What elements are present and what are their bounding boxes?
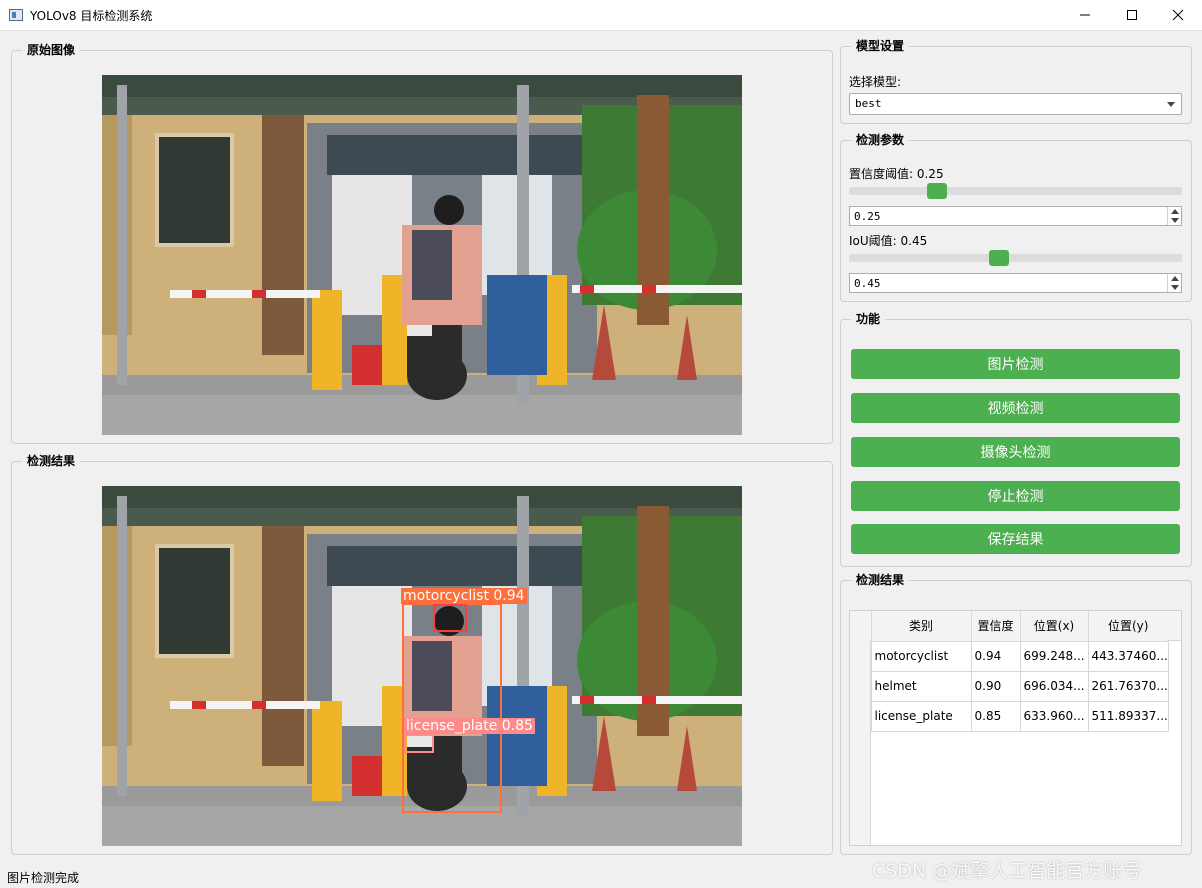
arrow-up-icon[interactable]: [1171, 209, 1179, 214]
window-title: YOLOv8 目标检测系统: [30, 9, 153, 23]
close-icon: [1172, 9, 1184, 21]
column-header-y[interactable]: 位置(y): [1088, 611, 1169, 642]
cell-confidence[interactable]: 0.85: [971, 701, 1021, 732]
arrow-down-icon[interactable]: [1171, 218, 1179, 223]
iou-label: IoU阈值: 0.45: [849, 234, 928, 248]
detection-box-helmet: [433, 604, 467, 632]
iou-value: 0.45: [854, 277, 881, 290]
camera-detect-button[interactable]: 摄像头检测: [851, 437, 1180, 467]
cell-confidence[interactable]: 0.94: [971, 641, 1021, 672]
cell-y[interactable]: 511.89337...: [1088, 701, 1169, 732]
header-scroll-strip: [1167, 611, 1181, 641]
spin-arrows[interactable]: [1167, 207, 1181, 225]
arrow-down-icon[interactable]: [1171, 285, 1179, 290]
result-image-title: 检测结果: [22, 453, 81, 469]
iou-spinbox[interactable]: 0.45: [849, 273, 1182, 293]
model-select-value: best: [855, 97, 882, 110]
detection-label-motorcyclist: motorcyclist 0.94: [401, 588, 527, 604]
table-corner[interactable]: [850, 611, 872, 642]
cell-class[interactable]: license_plate: [871, 701, 972, 732]
model-select-label: 选择模型:: [849, 75, 902, 89]
detection-box-license-plate: [404, 733, 434, 753]
cell-y[interactable]: 261.76370...: [1088, 671, 1169, 702]
minimize-icon: [1080, 14, 1090, 16]
app-window-icon: [9, 9, 23, 21]
results-table-title: 检测结果: [851, 572, 910, 588]
cell-y[interactable]: 443.37460...: [1088, 641, 1169, 672]
confidence-value: 0.25: [854, 210, 881, 223]
detection-params-title: 检测参数: [851, 132, 910, 148]
row-header-column: [850, 641, 871, 845]
original-image: [102, 75, 742, 435]
cell-x[interactable]: 696.034...: [1020, 671, 1089, 702]
original-image-group: 原始图像: [11, 42, 833, 444]
save-results-button[interactable]: 保存结果: [851, 524, 1180, 554]
parking-gate-scene: [102, 75, 742, 435]
model-select-dropdown[interactable]: best: [849, 93, 1182, 115]
results-table: 类别 置信度 位置(x) 位置(y) 1 motorcyclist 0.94 6…: [849, 610, 1182, 846]
confidence-label: 置信度阈值: 0.25: [849, 167, 944, 181]
result-image-group: 检测结果 motorcyclist 0.94 license_plate 0.8…: [11, 453, 833, 855]
stop-detect-button[interactable]: 停止检测: [851, 481, 1180, 511]
image-detect-button[interactable]: 图片检测: [851, 349, 1180, 379]
table-row[interactable]: 3 license_plate 0.85 633.960... 511.8933…: [850, 701, 1169, 732]
column-header-confidence[interactable]: 置信度: [971, 611, 1021, 642]
window-title-bar: YOLOv8 目标检测系统: [0, 0, 1202, 31]
cell-class[interactable]: motorcyclist: [871, 641, 972, 672]
original-image-title: 原始图像: [22, 42, 81, 58]
cell-confidence[interactable]: 0.90: [971, 671, 1021, 702]
confidence-slider[interactable]: [849, 183, 1182, 199]
cell-x[interactable]: 699.248...: [1020, 641, 1089, 672]
status-bar-text: 图片检测完成: [7, 871, 80, 885]
spin-arrows[interactable]: [1167, 274, 1181, 292]
table-row[interactable]: 2 helmet 0.90 696.034... 261.76370...: [850, 671, 1169, 702]
iou-slider[interactable]: [849, 250, 1182, 266]
arrow-up-icon[interactable]: [1171, 276, 1179, 281]
iou-slider-handle[interactable]: [989, 250, 1009, 266]
result-image: motorcyclist 0.94 license_plate 0.85: [102, 486, 742, 846]
video-detect-button[interactable]: 视频检测: [851, 393, 1180, 423]
column-header-class[interactable]: 类别: [871, 611, 972, 642]
table-row[interactable]: 1 motorcyclist 0.94 699.248... 443.37460…: [850, 641, 1169, 672]
confidence-slider-handle[interactable]: [927, 183, 947, 199]
detection-box-motorcyclist: [402, 603, 502, 813]
watermark: CSDN @斌擎人工智能官方账号: [872, 860, 1142, 882]
close-button[interactable]: [1155, 0, 1201, 30]
chevron-down-icon: [1167, 102, 1175, 107]
cell-class[interactable]: helmet: [871, 671, 972, 702]
maximize-icon: [1127, 10, 1137, 20]
confidence-spinbox[interactable]: 0.25: [849, 206, 1182, 226]
table-header-row: 类别 置信度 位置(x) 位置(y): [850, 611, 1169, 642]
detection-label-license-plate: license_plate 0.85: [404, 718, 535, 734]
functions-title: 功能: [851, 311, 886, 327]
cell-x[interactable]: 633.960...: [1020, 701, 1089, 732]
maximize-button[interactable]: [1109, 0, 1155, 30]
minimize-button[interactable]: [1062, 0, 1108, 30]
column-header-x[interactable]: 位置(x): [1020, 611, 1089, 642]
model-settings-title: 模型设置: [851, 38, 910, 54]
